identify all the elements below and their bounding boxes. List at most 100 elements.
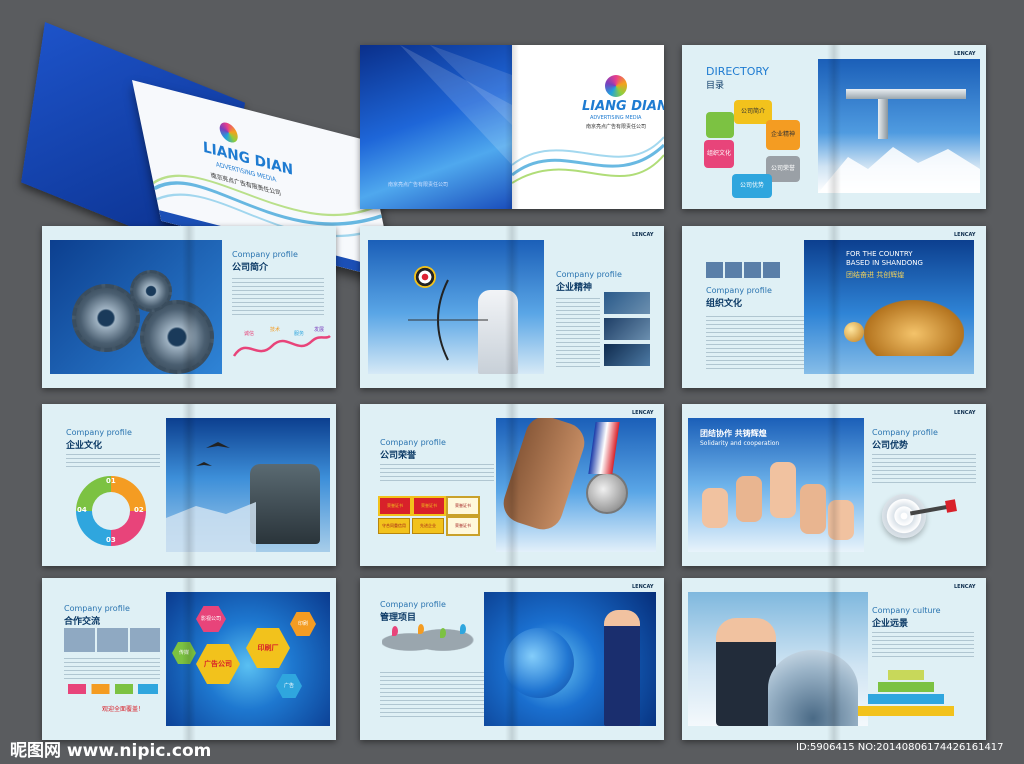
dart-flight-icon <box>945 499 957 513</box>
spread-company: 南京亮点广告有限责任公司 <box>586 124 647 130</box>
org-body-text <box>706 316 806 372</box>
adv-body-text <box>872 454 976 484</box>
spread-company-profile[interactable]: Company profile 公司简介 诚信 技术 服务 发展 <box>42 226 336 388</box>
org-banner-en2: BASED IN SHANDONG <box>846 259 923 267</box>
coop-title-en: Company profile <box>64 604 130 613</box>
adv-title-cn: 公司优势 <box>872 441 909 451</box>
mgmt-body-text <box>380 672 490 720</box>
directory-item[interactable]: 公司优势 <box>732 174 772 198</box>
spirit-title-cn: 企业精神 <box>556 283 593 293</box>
medal-ribbon <box>588 422 620 474</box>
org-thumb-row <box>706 262 782 278</box>
spread-cover-open[interactable]: 南京亮点广告有限责任公司 LIANG DIAN ADVERTISING MEDI… <box>360 45 664 209</box>
honor-certificate: 荣誉证书 <box>378 496 412 516</box>
pyramid-step <box>868 694 944 704</box>
profile-title-cn: 公司简介 <box>232 263 269 273</box>
adv-lencay-logo: LENCAY <box>954 410 976 416</box>
org-banner-en1: FOR THE COUNTRY <box>846 250 913 258</box>
directory-item[interactable]: 组织文化 <box>704 140 734 168</box>
dragon-sculpture <box>864 300 964 356</box>
thumbs-up-hand <box>702 488 728 528</box>
gear-3-icon <box>130 270 172 312</box>
honor-certificate: 荣誉证书 <box>446 496 480 516</box>
cycle-label: 02 <box>134 506 144 514</box>
org-lencay-logo: LENCAY <box>954 232 976 238</box>
honors-body-text <box>380 464 494 484</box>
spread-brand: LIANG DIAN <box>582 99 664 114</box>
honors-photo-medal <box>496 418 656 552</box>
globe-ball <box>844 322 864 342</box>
coop-title-cn: 合作交流 <box>64 617 101 627</box>
curve-label: 诚信 <box>244 331 255 337</box>
adv-photo-thumbs: 团结协作 共铸辉煌 Solidarity and cooperation <box>688 418 864 552</box>
coop-footer: 观迎全面覆盖！ <box>102 706 145 713</box>
org-photo-dragon: FOR THE COUNTRY BASED IN SHANDONG 团结奋进 共… <box>804 240 974 374</box>
profile-title-en: Company profile <box>232 250 298 259</box>
mgmt-lencay-logo: LENCAY <box>632 584 654 590</box>
culture-cycle-ring: 01 02 03 04 <box>76 476 146 546</box>
spirit-photo-archer <box>368 240 544 374</box>
spread-cover-company-small: 南京亮点广告有限责任公司 <box>388 182 449 188</box>
stewardess-figure <box>604 610 640 726</box>
spread-company-culture[interactable]: LENCAY Company culture 企业远景 <box>682 578 986 740</box>
org-title-cn: 组织文化 <box>706 299 743 309</box>
map-pin-icon <box>418 624 424 634</box>
spirit-thumb-3 <box>604 344 650 366</box>
vision-body-text <box>872 632 974 660</box>
medal-icon <box>586 472 628 514</box>
spirit-body-text <box>556 298 600 368</box>
culture-title-cn: 企业文化 <box>66 441 103 451</box>
profile-body-text <box>232 278 324 318</box>
honors-title-cn: 公司荣誉 <box>380 451 417 461</box>
vision-lencay-logo: LENCAY <box>954 584 976 590</box>
cycle-label: 04 <box>77 506 87 514</box>
watermark-left: 昵图网 www.nipic.com <box>10 741 212 761</box>
curve-label: 技术 <box>270 327 281 333</box>
spread-company-advantage[interactable]: LENCAY 团结协作 共铸辉煌 Solidarity and cooperat… <box>682 404 986 566</box>
coop-step-row <box>68 684 158 694</box>
spread-management[interactable]: LENCAY Company profile 管理项目 <box>360 578 664 740</box>
adv-banner-en: Solidarity and cooperation <box>700 440 780 447</box>
honors-lencay-logo: LENCAY <box>632 410 654 416</box>
map-pin-icon <box>440 628 446 638</box>
honor-plaque: 先进企业 <box>412 518 444 534</box>
pyramid-step <box>888 670 924 680</box>
hex-badge: 印刷 <box>290 612 316 636</box>
thumbs-up-hand <box>770 462 796 518</box>
curve-label: 发展 <box>314 327 325 333</box>
curve-label: 服务 <box>294 331 305 337</box>
city-globe <box>768 650 858 726</box>
spread-directory[interactable]: DIRECTORY 目录 公司简介 企业精神 公司荣誉 公司优势 组织文化 LE… <box>682 45 986 209</box>
profile-photo-gears <box>50 240 222 374</box>
hand-arm <box>498 418 590 535</box>
spread-cooperation[interactable]: Company profile 合作交流 观迎全面覆盖！ 广告公司 印刷厂 影视… <box>42 578 336 740</box>
spread-logo-icon <box>605 75 627 97</box>
watermark-right: ID:5906415 NO:20140806174426161417 <box>796 742 1004 753</box>
cycle-label: 03 <box>106 536 116 544</box>
map-pin-icon <box>460 624 466 634</box>
spread-company-honors[interactable]: LENCAY Company profile 公司荣誉 荣誉证书 荣誉证书 荣誉… <box>360 404 664 566</box>
spirit-lencay-logo: LENCAY <box>632 232 654 238</box>
spread-cover-blue-panel: 南京亮点广告有限责任公司 <box>360 45 512 209</box>
spread-organization-culture[interactable]: LENCAY Company profile 组织文化 FOR THE COUN… <box>682 226 986 388</box>
spirit-thumb-1 <box>604 292 650 314</box>
hex-badge: 影视公司 <box>196 606 226 632</box>
network-globe <box>504 628 574 698</box>
directory-item[interactable]: 企业精神 <box>766 120 800 150</box>
brochure-cover-stack[interactable]: LIANG DIAN ADVERTISING MEDIA 南京亮点广告有限责任公… <box>21 22 396 281</box>
pyramid-step <box>878 682 934 692</box>
pyramid-step <box>858 706 954 716</box>
hex-badge: 广告公司 <box>196 644 240 684</box>
vision-title-cn: 企业远景 <box>872 619 909 629</box>
spread-enterprise-spirit[interactable]: LENCAY Company profile 企业精神 <box>360 226 664 388</box>
hex-badge: 印刷厂 <box>246 628 290 668</box>
directory-title-en: DIRECTORY <box>706 65 770 78</box>
spirit-title-en: Company profile <box>556 270 622 279</box>
adv-banner-cn: 团结协作 共铸辉煌 <box>700 429 767 438</box>
org-banner-cn: 团结奋进 共创辉煌 <box>846 271 905 279</box>
honor-plaque: 守合同重信用 <box>378 518 410 534</box>
mgmt-title-en: Company profile <box>380 600 446 609</box>
mgmt-photo-globe <box>484 592 656 726</box>
thumbs-up-hand <box>828 500 854 540</box>
spread-enterprise-culture[interactable]: Company profile 企业文化 01 02 03 04 <box>42 404 336 566</box>
